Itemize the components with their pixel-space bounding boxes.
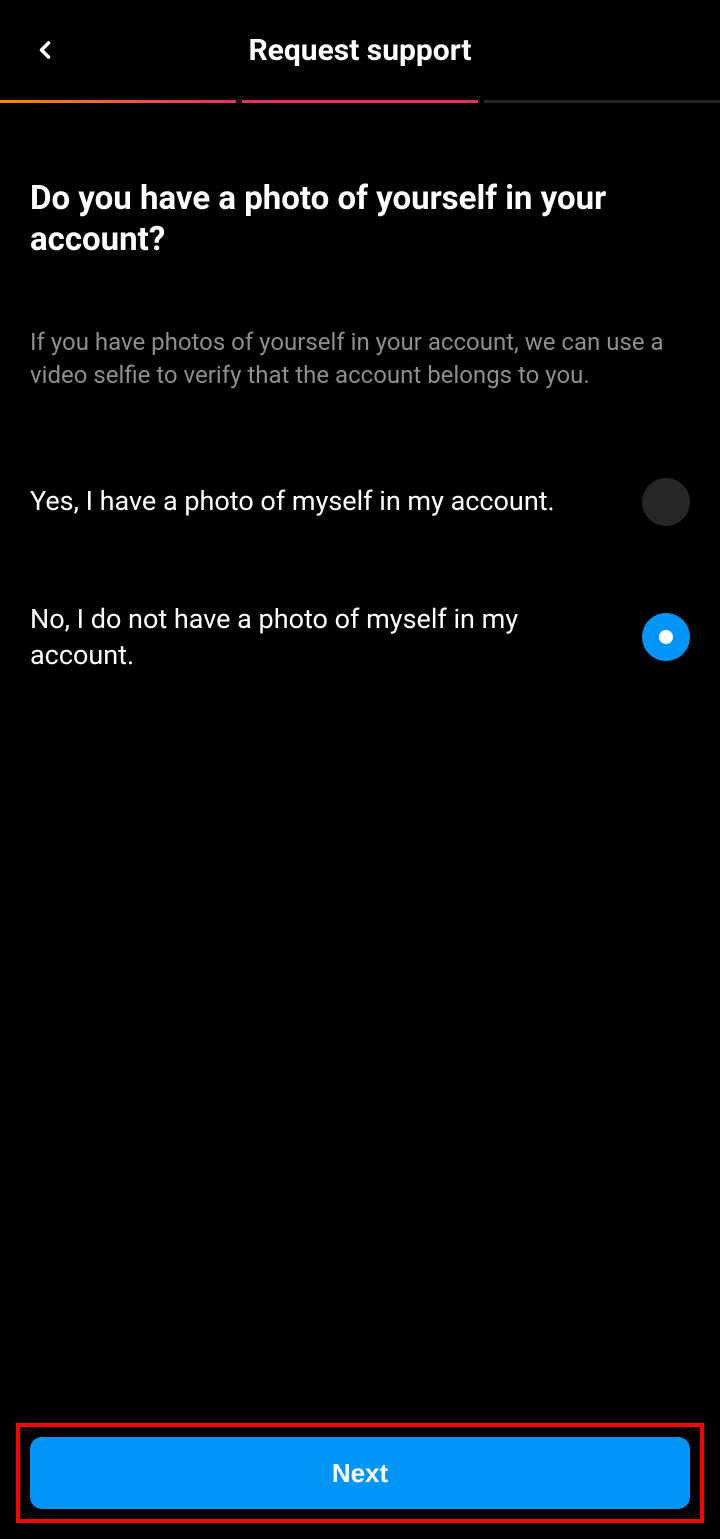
progress-segment-2 <box>242 100 478 103</box>
header: Request support <box>0 0 720 100</box>
question-subtitle: If you have photos of yourself in your a… <box>30 326 690 393</box>
back-button[interactable] <box>20 25 70 75</box>
page-title: Request support <box>0 33 720 68</box>
progress-segment-1 <box>0 100 236 103</box>
option-yes[interactable]: Yes, I have a photo of myself in my acco… <box>30 458 690 546</box>
radio-button-yes[interactable] <box>642 478 690 526</box>
option-label: No, I do not have a photo of myself in m… <box>30 601 642 674</box>
next-button[interactable]: Next <box>30 1437 690 1509</box>
progress-bar <box>0 100 720 103</box>
chevron-left-icon <box>31 36 59 64</box>
question-title: Do you have a photo of yourself in your … <box>30 178 690 261</box>
progress-segment-3 <box>484 100 720 103</box>
footer-highlight: Next <box>16 1423 704 1523</box>
option-no[interactable]: No, I do not have a photo of myself in m… <box>30 581 690 694</box>
option-label: Yes, I have a photo of myself in my acco… <box>30 483 642 519</box>
content: Do you have a photo of yourself in your … <box>0 103 720 694</box>
radio-button-no[interactable] <box>642 613 690 661</box>
